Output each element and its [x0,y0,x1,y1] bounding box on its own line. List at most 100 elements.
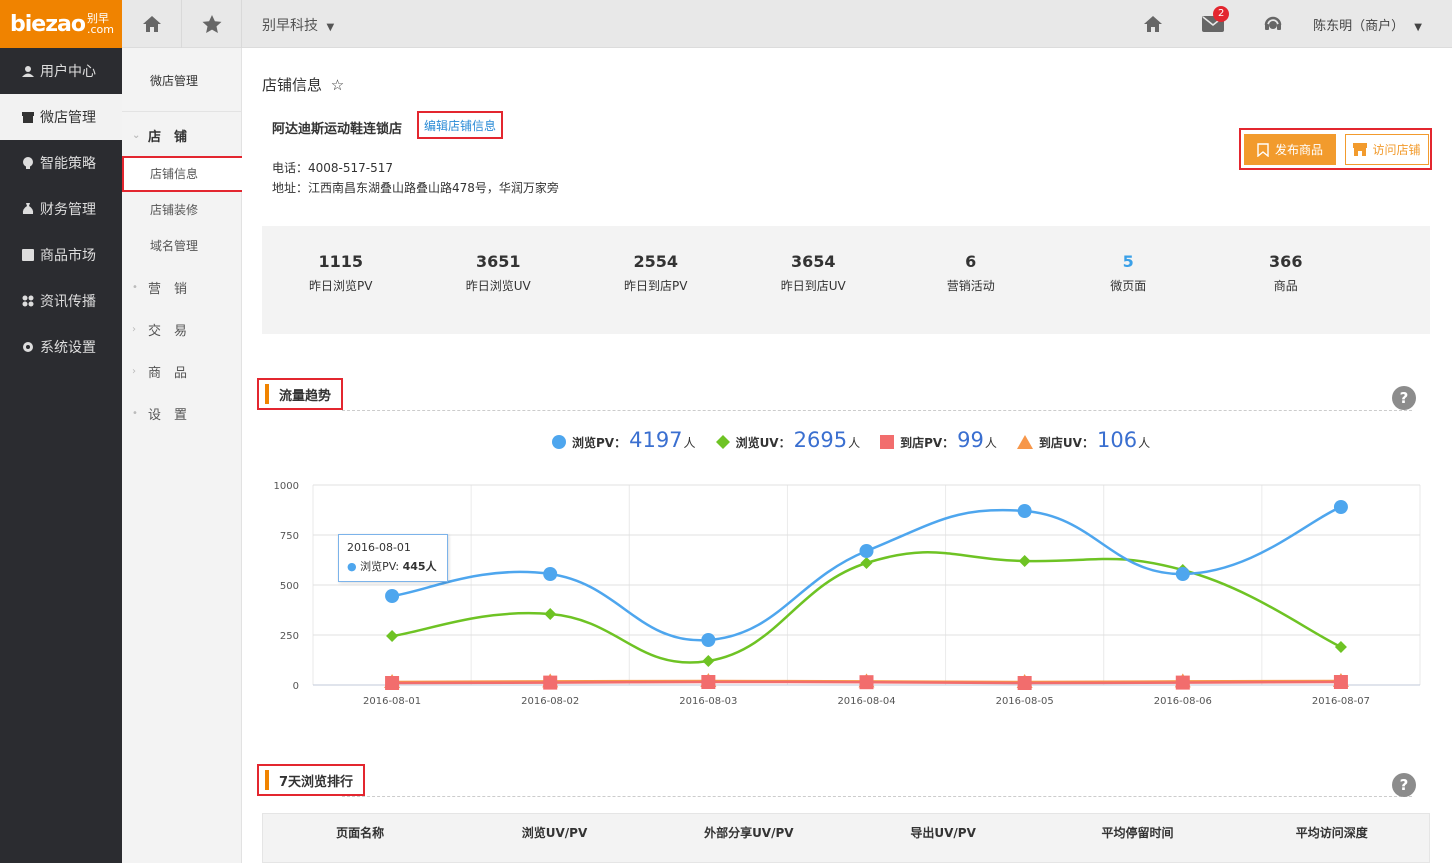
y-tick-label: 0 [293,681,299,692]
data-point[interactable] [1333,675,1348,689]
sidebar-item-4[interactable]: 商品市场 [0,232,122,278]
subnav-group-1[interactable]: › 交 易 [122,308,241,350]
edit-store-link[interactable]: 编辑店铺信息 [417,111,504,139]
table-column-header[interactable]: 平均访问深度 [1235,814,1429,862]
traffic-help-icon[interactable]: ? [1392,386,1416,410]
subnav-group-label: 营 销 [148,281,188,297]
sidebar-item-label: 系统设置 [40,340,96,356]
data-point[interactable] [701,675,716,689]
subnav-link-1[interactable]: 店铺装修 [122,192,241,228]
shop-icon [1353,143,1368,156]
user-menu[interactable]: 陈东明（商户） ▼ [1303,15,1452,34]
data-point[interactable] [543,567,558,581]
table-column-header[interactable]: 浏览UV/PV [457,814,651,862]
legend-item[interactable]: 到店PV： 99 人 [880,428,997,452]
store-icon [22,112,34,123]
publish-product-button[interactable]: 发布商品 [1244,134,1336,165]
sidebar-item-3[interactable]: 财务管理 [0,186,122,232]
visit-store-label: 访问店铺 [1372,143,1421,157]
traffic-line-chart: 1000 750 500 250 0 2016-08-01 2016-08-02 2016-0… [274,481,1421,707]
stat-label: 商品 [1273,279,1298,293]
user-icon [22,66,34,77]
publish-product-label: 发布商品 [1274,143,1323,157]
subnav-group-store[interactable]: ⌄ 店 铺 [122,114,241,156]
stat-card[interactable]: 5 微页面 [1050,226,1208,334]
x-tick-label: 2016-08-05 [996,696,1054,707]
visit-store-button[interactable]: 访问店铺 [1345,134,1429,165]
y-tick-label: 250 [280,631,299,642]
legend-label: 到店PV： [900,436,955,450]
subnav-group-label: 交 易 [148,323,188,339]
subnav-link-0[interactable]: 店铺信息 [122,156,244,192]
data-point[interactable] [860,557,873,569]
stat-card[interactable]: 3651 昨日浏览UV [420,226,578,334]
subnav-link-2[interactable]: 域名管理 [122,228,241,264]
data-point[interactable] [1334,641,1347,653]
x-tick-label: 2016-08-02 [521,696,579,707]
dot-icon: • [132,281,138,293]
stat-card[interactable]: 6 营销活动 [892,226,1050,334]
data-point[interactable] [385,589,400,603]
data-point[interactable] [701,633,716,647]
legend-value: 2695 [793,428,848,452]
data-point[interactable] [1017,504,1032,518]
y-tick-label: 1000 [274,481,299,492]
favorites-button[interactable] [182,0,242,48]
brand-logo[interactable]: biezao 别早 .com [0,0,122,48]
sidebar-item-label: 微店管理 [40,110,96,126]
data-point[interactable] [386,630,399,642]
stat-card[interactable]: 3654 昨日到店UV [735,226,893,334]
market-icon [22,249,34,261]
x-tick-label: 2016-08-07 [1312,696,1370,707]
table-column-header[interactable]: 外部分享UV/PV [652,814,846,862]
data-point[interactable] [543,675,558,690]
subnav-group-3[interactable]: • 设 置 [122,392,241,434]
data-point[interactable] [1175,675,1190,690]
legend-item[interactable]: 浏览UV： 2695 人 [715,428,860,452]
sidebar-item-0[interactable]: 用户中心 [0,48,122,94]
support-button[interactable] [1243,0,1303,48]
gear-icon [23,342,33,352]
legend-item[interactable]: 浏览PV： 4197 人 [552,428,696,452]
data-point[interactable] [544,608,557,620]
legend-unit: 人 [984,436,997,450]
subnav-group-0[interactable]: • 营 销 [122,266,241,308]
chevron-down-icon: ▼ [326,22,335,33]
table-column-header[interactable]: 导出UV/PV [846,814,1040,862]
notification-badge: 2 [1213,6,1230,22]
legend-square-icon [880,435,895,452]
table-column-header[interactable]: 页面名称 [263,814,457,862]
sidebar-item-5[interactable]: 资讯传播 [0,278,122,324]
sidebar-item-1[interactable]: 微店管理 [0,94,122,140]
legend-item[interactable]: 到店UV： 106 人 [1016,428,1150,452]
stat-card[interactable]: 366 商品 [1207,226,1365,334]
data-point[interactable] [1017,676,1032,690]
company-switcher[interactable]: 别早科技 ▼ [262,0,334,48]
data-point[interactable] [1333,500,1348,514]
sidebar-item-6[interactable]: 系统设置 [0,324,122,370]
ranking-table-header: 页面名称 浏览UV/PV 外部分享UV/PV 导出UV/PV 平均停留时间 平均访问深度 [262,813,1430,863]
data-point[interactable] [385,676,400,690]
data-point[interactable] [1018,555,1031,567]
stat-card[interactable]: 1115 昨日浏览PV [262,226,420,334]
data-point[interactable] [859,544,874,558]
star-outline-icon[interactable]: ☆ [331,76,344,94]
sidebar-item-2[interactable]: 智能策略 [0,140,122,186]
messages-button[interactable]: 2 [1183,0,1243,48]
home-button[interactable] [1123,0,1183,48]
sub-sidebar: 微店管理 ⌄ 店 铺 店铺信息 店铺装修 域名管理 • 营 销 › 交 易 › 商 品 • 设 置 [122,48,244,863]
sidebar-item-label: 用户中心 [40,64,96,80]
data-point[interactable] [1175,567,1190,581]
ranking-help-icon[interactable]: ? [1392,773,1416,797]
home-shortcut-button[interactable] [122,0,182,48]
data-point[interactable] [702,655,715,667]
table-column-header[interactable]: 平均停留时间 [1040,814,1234,862]
bulb-icon [23,157,33,169]
stat-card[interactable]: 2554 昨日到店PV [577,226,735,334]
main-sidebar: biezao 别早 .com 用户中心微店管理智能策略 财务管理 商品市场 资讯传播系… [0,0,122,863]
store-name: 阿达迪斯运动鞋连锁店 [272,122,403,137]
subnav-title: 微店管理 [122,48,241,112]
data-point[interactable] [859,675,874,690]
subnav-group-2[interactable]: › 商 品 [122,350,241,392]
x-tick-label: 2016-08-01 [363,696,421,707]
